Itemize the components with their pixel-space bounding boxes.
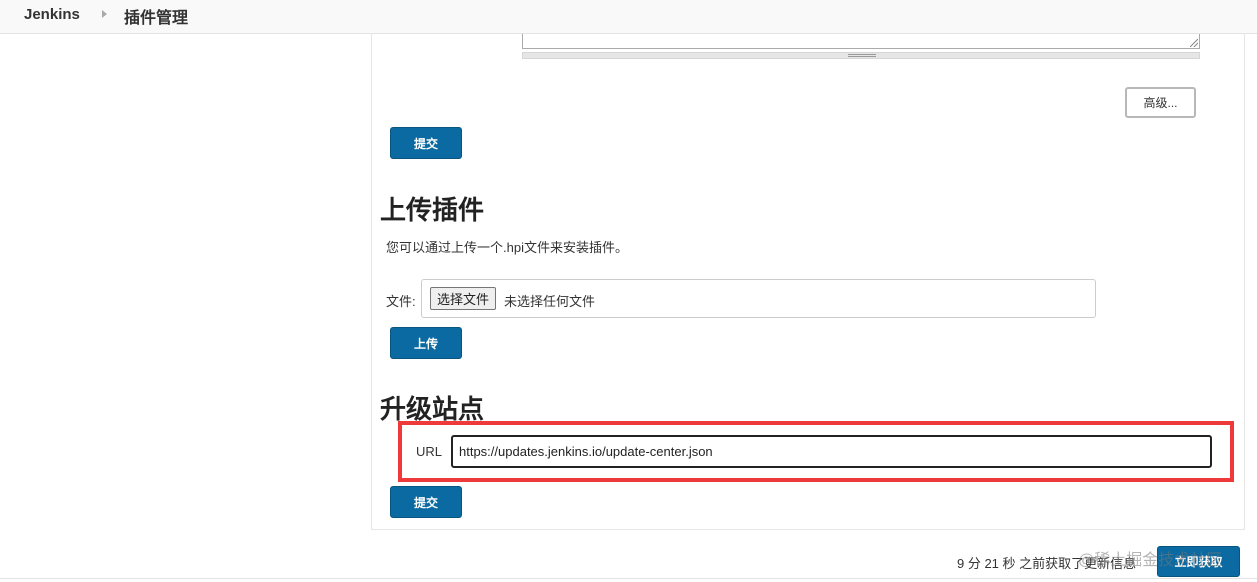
certificate-textarea[interactable] — [522, 34, 1200, 49]
horizontal-scrollbar[interactable] — [522, 52, 1200, 59]
breadcrumb-jenkins-link[interactable]: Jenkins — [24, 6, 80, 23]
file-input[interactable]: 选择文件 未选择任何文件 — [421, 279, 1096, 318]
update-site-url-input[interactable] — [451, 435, 1212, 468]
update-site-submit-button[interactable]: 提交 — [390, 486, 462, 518]
upload-button[interactable]: 上传 — [390, 327, 462, 359]
scrollbar-thumb[interactable] — [848, 54, 876, 57]
footer-divider — [0, 578, 1257, 579]
update-site-heading: 升级站点 — [380, 394, 485, 424]
breadcrumb-current-page[interactable]: 插件管理 — [124, 4, 188, 28]
resize-grip-icon[interactable] — [1190, 39, 1198, 47]
breadcrumb: Jenkins 插件管理 — [0, 0, 1257, 34]
advanced-button[interactable]: 高级... — [1125, 87, 1196, 118]
breadcrumb-chevron-icon — [102, 10, 107, 18]
choose-file-button[interactable]: 选择文件 — [430, 287, 497, 310]
file-label: 文件: — [386, 294, 416, 309]
submit-button[interactable]: 提交 — [390, 127, 462, 159]
upload-plugin-description: 您可以通过上传一个.hpi文件来安装插件。 — [386, 240, 628, 255]
watermark-text: @稀土掘金技术社区 — [1078, 552, 1223, 569]
file-status-text: 未选择任何文件 — [504, 294, 596, 309]
upload-plugin-heading: 上传插件 — [380, 195, 485, 225]
url-label: URL — [416, 444, 443, 459]
